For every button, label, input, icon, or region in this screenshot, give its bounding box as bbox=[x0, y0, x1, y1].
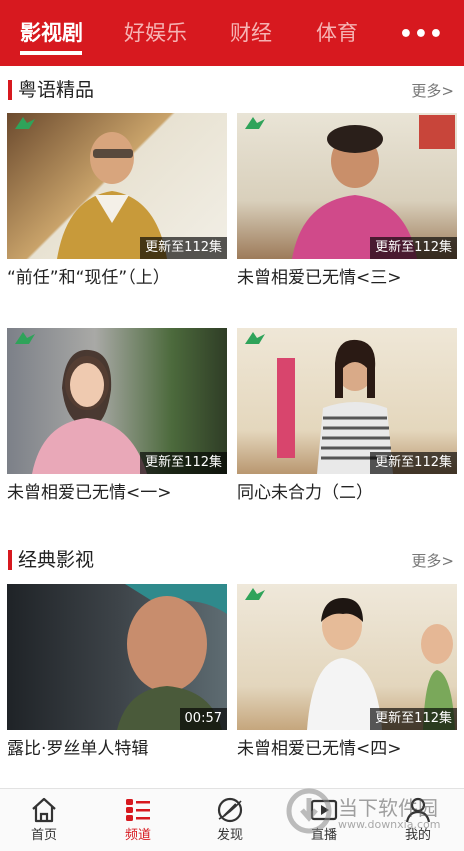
video-card[interactable]: 更新至112集 未曾相爱已无情<四> bbox=[237, 584, 457, 762]
watermark-url: www.downxia.com bbox=[338, 818, 441, 831]
active-tab-underline bbox=[20, 51, 82, 55]
section-more-link[interactable]: 更多> bbox=[411, 80, 454, 102]
section-accent-bar bbox=[8, 550, 12, 570]
tab-finance[interactable]: 财经 bbox=[230, 18, 272, 48]
tab-film-drama[interactable]: 影视剧 bbox=[20, 18, 83, 48]
video-thumbnail[interactable]: 00:57 bbox=[7, 584, 227, 730]
top-tab-bar: 影视剧 好娱乐 财经 体育 ••• bbox=[0, 0, 464, 66]
nav-label: 首页 bbox=[30, 828, 57, 843]
episode-badge: 更新至112集 bbox=[370, 452, 457, 474]
nav-channel[interactable]: 频道 bbox=[108, 795, 168, 845]
nav-label: 发现 bbox=[216, 828, 243, 843]
episode-badge: 更新至112集 bbox=[140, 452, 227, 474]
video-thumbnail[interactable]: 更新至112集 bbox=[237, 328, 457, 474]
nav-discover[interactable]: 发现 bbox=[200, 795, 260, 845]
section-more-link[interactable]: 更多> bbox=[411, 550, 454, 572]
video-title[interactable]: 未曾相爱已无情<四> bbox=[237, 736, 457, 762]
tab-entertainment[interactable]: 好娱乐 bbox=[124, 18, 187, 48]
tab-sports[interactable]: 体育 bbox=[316, 18, 358, 48]
video-thumbnail[interactable]: 更新至112集 bbox=[237, 113, 457, 259]
video-title[interactable]: 未曾相爱已无情<三> bbox=[237, 265, 457, 291]
watermark-text: 当下软件园 bbox=[338, 796, 438, 820]
more-dots-icon[interactable]: ••• bbox=[399, 20, 444, 50]
video-title[interactable]: 未曾相爱已无情<一> bbox=[7, 480, 227, 506]
video-thumbnail[interactable]: 更新至112集 bbox=[7, 113, 227, 259]
section-header-cantonese: 粤语精品 更多> bbox=[0, 70, 464, 110]
video-thumbnail[interactable]: 更新至112集 bbox=[7, 328, 227, 474]
video-title[interactable]: 同心未合力（二） bbox=[237, 480, 457, 506]
section-header-classic: 经典影视 更多> bbox=[0, 540, 464, 580]
video-card[interactable]: 更新至112集 未曾相爱已无情<一> bbox=[7, 328, 227, 506]
video-card[interactable]: 更新至112集 同心未合力（二） bbox=[237, 328, 457, 506]
duration-badge: 00:57 bbox=[179, 708, 227, 730]
home-icon bbox=[32, 797, 56, 823]
nav-label: 频道 bbox=[124, 828, 151, 843]
channel-list-icon bbox=[126, 799, 150, 821]
section-title: 经典影视 bbox=[18, 549, 95, 571]
video-card[interactable]: 更新至112集 未曾相爱已无情<三> bbox=[237, 113, 457, 291]
nav-home[interactable]: 首页 bbox=[14, 795, 74, 845]
episode-badge: 更新至112集 bbox=[370, 708, 457, 730]
watermark: 当下软件园 www.downxia.com bbox=[282, 780, 464, 850]
episode-badge: 更新至112集 bbox=[370, 237, 457, 259]
video-title[interactable]: 露比·罗丝单人特辑 bbox=[7, 736, 227, 762]
section-title: 粤语精品 bbox=[18, 79, 95, 101]
video-title[interactable]: “前任”和“现任”（上） bbox=[7, 265, 227, 291]
video-card[interactable]: 00:57 露比·罗丝单人特辑 bbox=[7, 584, 227, 762]
discover-icon bbox=[217, 797, 243, 823]
video-thumbnail[interactable]: 更新至112集 bbox=[237, 584, 457, 730]
video-card[interactable]: 更新至112集 “前任”和“现任”（上） bbox=[7, 113, 227, 291]
watermark-logo-icon bbox=[286, 788, 332, 834]
episode-badge: 更新至112集 bbox=[140, 237, 227, 259]
section-accent-bar bbox=[8, 80, 12, 100]
